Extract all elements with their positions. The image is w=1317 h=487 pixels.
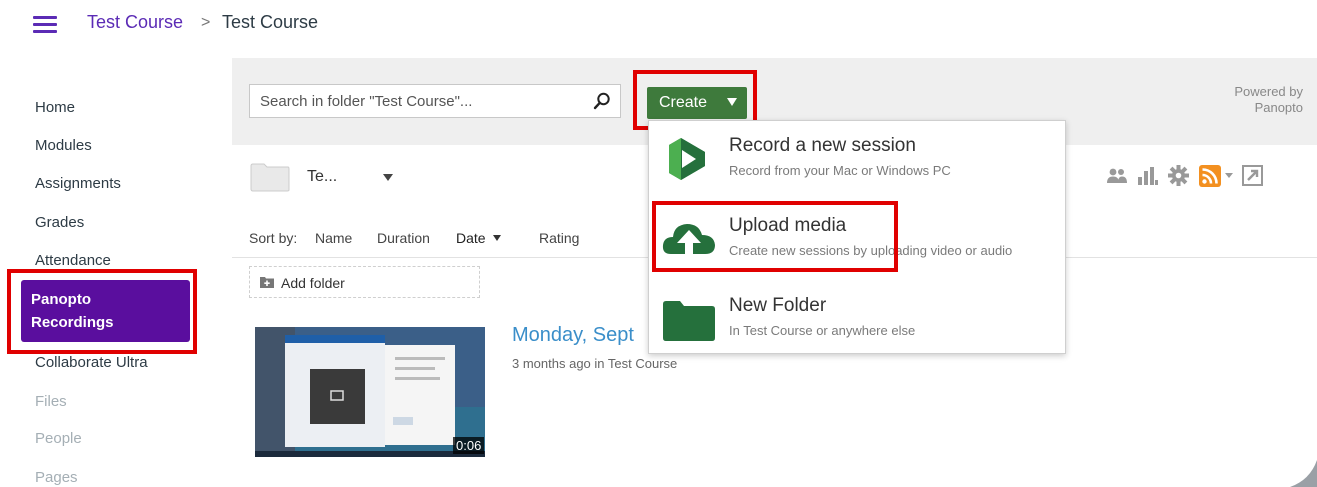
breadcrumb-course-link[interactable]: Test Course bbox=[87, 12, 183, 33]
add-folder-label: Add folder bbox=[281, 275, 345, 291]
sort-option-date[interactable]: Date bbox=[456, 230, 486, 246]
search-input[interactable] bbox=[260, 91, 580, 111]
menu-item-new-folder[interactable]: New Folder In Test Course or anywhere el… bbox=[649, 281, 1067, 351]
session-age: 3 months ago in bbox=[512, 356, 605, 371]
top-bar: Test Course > Test Course bbox=[0, 0, 1317, 48]
hamburger-menu-icon[interactable] bbox=[33, 16, 57, 34]
page-root: Test Course > Test Course Home Modules A… bbox=[0, 0, 1317, 487]
external-open-icon[interactable] bbox=[1242, 165, 1263, 186]
nav-item-home[interactable]: Home bbox=[35, 99, 75, 116]
nav-item-files: Files bbox=[35, 393, 67, 410]
nav-item-assignments[interactable]: Assignments bbox=[35, 175, 121, 192]
session-duration: 0:06 bbox=[453, 437, 485, 454]
nav-item-modules[interactable]: Modules bbox=[35, 137, 92, 154]
session-meta: 3 months ago in Test Course bbox=[512, 356, 677, 371]
highlight-box-panopto-nav bbox=[7, 269, 197, 354]
folder-icon bbox=[663, 301, 715, 341]
powered-by-panopto[interactable]: Powered by Panopto bbox=[1190, 84, 1303, 116]
menu-item-record-session[interactable]: Record a new session Record from your Ma… bbox=[649, 121, 1067, 191]
powered-by-line: Powered by bbox=[1234, 84, 1303, 99]
add-folder-button[interactable]: Add folder bbox=[249, 266, 480, 298]
sort-option-duration[interactable]: Duration bbox=[377, 230, 430, 246]
nav-item-grades[interactable]: Grades bbox=[35, 214, 84, 231]
sort-desc-caret-icon bbox=[493, 235, 501, 241]
menu-item-title: New Folder bbox=[729, 295, 827, 316]
folder-icon bbox=[250, 163, 290, 192]
rss-dropdown-caret-icon[interactable] bbox=[1225, 173, 1233, 179]
corner-resize-decoration bbox=[1290, 460, 1317, 487]
highlight-box-upload-media bbox=[652, 201, 898, 272]
nav-item-pages: Pages bbox=[35, 469, 78, 486]
add-folder-icon bbox=[260, 277, 274, 288]
nav-item-people: People bbox=[35, 430, 82, 447]
sort-label: Sort by: bbox=[249, 230, 298, 246]
menu-item-desc: In Test Course or anywhere else bbox=[729, 323, 916, 338]
sort-option-name[interactable]: Name bbox=[315, 230, 352, 246]
gear-icon[interactable] bbox=[1168, 165, 1189, 186]
powered-by-brand: Panopto bbox=[1254, 100, 1303, 115]
folder-dropdown-caret-icon[interactable] bbox=[383, 174, 393, 181]
nav-item-attendance[interactable]: Attendance bbox=[35, 252, 111, 269]
session-thumbnail[interactable] bbox=[255, 327, 485, 457]
users-icon[interactable] bbox=[1106, 167, 1128, 185]
breadcrumb-separator: > bbox=[201, 14, 211, 31]
rss-feed-icon[interactable] bbox=[1199, 165, 1221, 187]
stats-chart-icon[interactable] bbox=[1138, 166, 1158, 185]
breadcrumb-current: Test Course bbox=[222, 12, 319, 32]
sort-option-rating[interactable]: Rating bbox=[539, 230, 579, 246]
folder-name[interactable]: Te... bbox=[307, 168, 337, 186]
session-title[interactable]: Monday, Sept bbox=[512, 324, 634, 347]
nav-item-collaborate-ultra[interactable]: Collaborate Ultra bbox=[35, 354, 148, 371]
panopto-play-icon bbox=[669, 138, 705, 180]
menu-item-desc: Record from your Mac or Windows PC bbox=[729, 163, 951, 178]
menu-item-title: Record a new session bbox=[729, 135, 916, 156]
session-folder-link[interactable]: Test Course bbox=[608, 356, 677, 371]
search-icon[interactable] bbox=[593, 92, 611, 110]
search-box bbox=[249, 84, 621, 118]
